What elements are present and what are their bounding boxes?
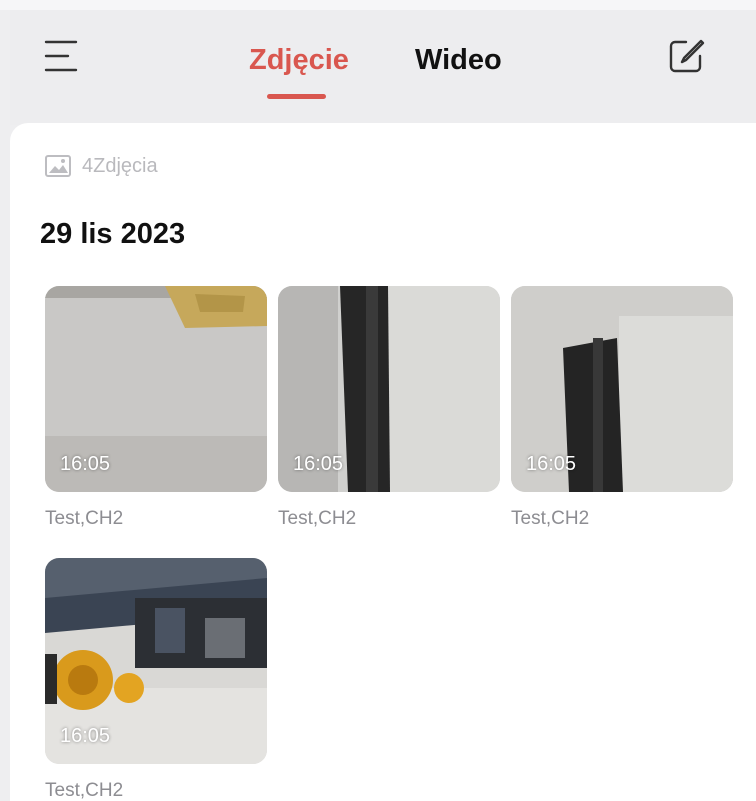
photo-caption: Test,CH2 (511, 508, 590, 529)
photo-list: 4Zdjęcia 29 lis 2023 16:05 Test,CH2 16:0… (10, 123, 756, 801)
status-strip (0, 0, 756, 10)
photo-thumbnail[interactable]: 16:05 (45, 558, 267, 764)
photo-count-text: 4Zdjęcia (82, 154, 158, 177)
tab-photo[interactable]: Zdjęcie (249, 44, 349, 77)
image-icon (45, 155, 71, 177)
photo-time: 16:05 (60, 453, 111, 475)
date-heading: 29 lis 2023 (40, 218, 186, 250)
photo-count-row: 4Zdjęcia (44, 152, 158, 180)
app-screen: Zdjęcie Wideo 4Zdjęcia 29 lis 2023 16:05… (0, 0, 756, 801)
edit-icon[interactable] (666, 36, 706, 76)
photo-time: 16:05 (526, 453, 577, 475)
header-bar: Zdjęcie Wideo (10, 10, 756, 125)
tab-video[interactable]: Wideo (415, 44, 502, 77)
hamburger-menu-icon[interactable] (44, 36, 84, 76)
photo-thumbnail[interactable]: 16:05 (511, 286, 733, 492)
photo-caption: Test,CH2 (45, 780, 124, 801)
photo-caption: Test,CH2 (278, 508, 357, 529)
photo-time: 16:05 (60, 725, 111, 747)
photo-thumbnail[interactable]: 16:05 (45, 286, 267, 492)
active-tab-indicator (267, 94, 326, 99)
photo-thumbnail[interactable]: 16:05 (278, 286, 500, 492)
photo-time: 16:05 (293, 453, 344, 475)
photo-caption: Test,CH2 (45, 508, 124, 529)
